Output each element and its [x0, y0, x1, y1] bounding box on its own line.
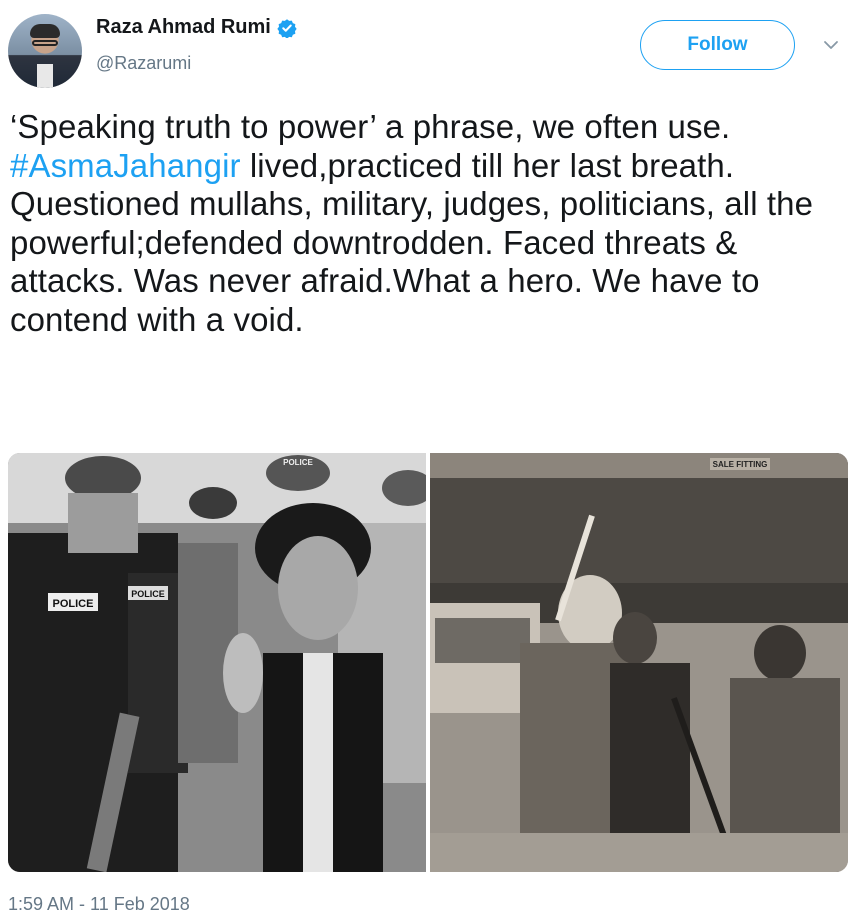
avatar-hair — [30, 24, 60, 38]
tweet-text-part: ‘Speaking truth to power’ a phrase, we o… — [10, 108, 731, 145]
author-name[interactable]: Raza Ahmad Rumi — [96, 16, 271, 39]
police-helmet-text: POLICE — [283, 458, 313, 467]
tweet-photo-left[interactable]: POLICE POLICE POLICE — [8, 453, 426, 872]
avatar-shirt — [37, 64, 53, 88]
author-handle[interactable]: @Razarumi — [96, 53, 191, 74]
police-sign-text: POLICE — [131, 589, 165, 599]
photo-protest-police: POLICE POLICE POLICE — [8, 453, 426, 872]
tweet-photo-right[interactable]: SALE FITTING — [430, 453, 848, 872]
tweet-header: Raza Ahmad Rumi @Razarumi Follow — [0, 0, 856, 95]
verified-badge-icon — [277, 18, 297, 38]
tweet-timestamp[interactable]: 1:59 AM - 11 Feb 2018 — [8, 894, 190, 915]
photo-street-protest: SALE FITTING — [430, 453, 848, 872]
tweet-text: ‘Speaking truth to power’ a phrase, we o… — [10, 108, 850, 339]
follow-button[interactable]: Follow — [640, 20, 795, 70]
hashtag-link[interactable]: #AsmaJahangir — [10, 147, 241, 184]
shop-sign-text: SALE FITTING — [713, 460, 768, 469]
chevron-down-icon[interactable] — [822, 36, 840, 54]
police-sign-text: POLICE — [53, 598, 94, 610]
avatar[interactable] — [8, 14, 82, 88]
avatar-glasses — [32, 40, 58, 46]
author-name-row[interactable]: Raza Ahmad Rumi — [96, 16, 297, 39]
